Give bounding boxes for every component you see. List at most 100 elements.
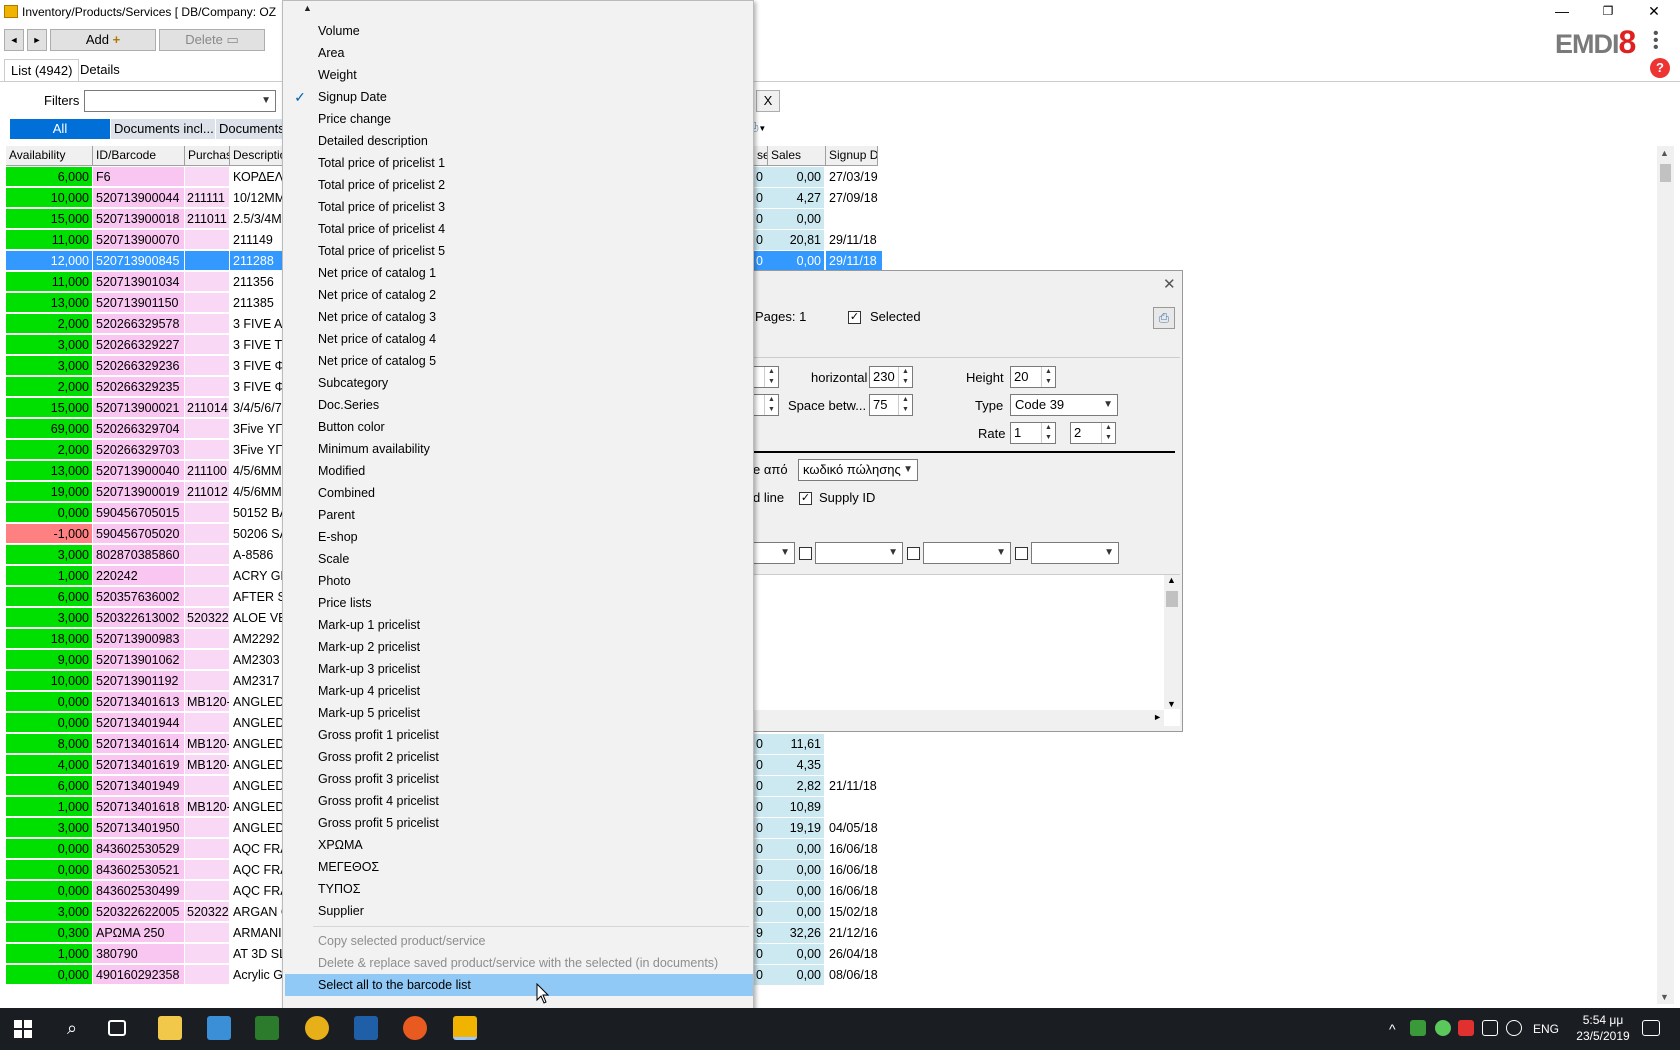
table-row[interactable]: 12,000 520713900845 211288 <box>6 251 288 272</box>
spin-1[interactable]: ▲ ▼ <box>753 366 779 388</box>
table-row[interactable]: 3,000 520322613002 520322 ALOE VE <box>6 608 288 629</box>
table-row[interactable]: 13,000 520713900040 211100 4/5/6MM <box>6 461 288 482</box>
preview-hscrollbar[interactable]: ► <box>753 710 1164 726</box>
cloud-icon[interactable] <box>1506 1020 1522 1036</box>
from-select[interactable]: κωδικό πώλησης ▼ <box>798 459 918 481</box>
menu-item[interactable]: Price lists <box>283 592 753 614</box>
task-view-icon[interactable] <box>108 1020 126 1036</box>
menu-item[interactable]: Price change <box>283 108 753 130</box>
table-row[interactable]: 2,000 520266329578 3 FIVE A <box>6 314 288 335</box>
table-row-right[interactable]: 0 0,00 <box>754 209 878 230</box>
menu-item[interactable]: Modified <box>283 460 753 482</box>
field-select-2[interactable]: ▼ <box>815 542 903 564</box>
table-row-right[interactable]: 0 19,19 04/05/18 <box>754 818 878 839</box>
scroll-up-icon[interactable]: ▲ <box>1660 148 1669 158</box>
table-row[interactable]: 0,000 843602530499 AQC FRA <box>6 881 288 902</box>
table-row-right[interactable]: 0 4,35 <box>754 755 878 776</box>
table-row[interactable]: 69,000 520266329704 3Five ΥΓ <box>6 419 288 440</box>
table-row-right[interactable]: 0 0,00 16/06/18 <box>754 839 878 860</box>
table-row[interactable]: 1,000 520713401618 MB120- ANGLED <box>6 797 288 818</box>
menu-item[interactable]: Gross profit 1 pricelist <box>283 724 753 746</box>
notification-icon[interactable] <box>1642 1020 1660 1036</box>
menu-item[interactable]: Gross profit 4 pricelist <box>283 790 753 812</box>
scroll-up-icon[interactable]: ▲ <box>1167 575 1176 585</box>
table-row[interactable]: 0,000 843602530529 AQC FRA <box>6 839 288 860</box>
menu-item[interactable]: Volume <box>283 20 753 42</box>
table-row[interactable]: 3,000 520266329236 3 FIVE Φ <box>6 356 288 377</box>
table-row[interactable]: 0,000 520713401613 MB120- ANGLED <box>6 692 288 713</box>
table-row[interactable]: 6,000 520713401949 ANGLED <box>6 776 288 797</box>
space-input[interactable]: 75 ▲ ▼ <box>869 394 913 416</box>
table-row[interactable]: 8,000 520713401614 MB120- ANGLED <box>6 734 288 755</box>
filter-tab-docs2[interactable]: Documents <box>216 119 286 139</box>
menu-item[interactable]: Mark-up 3 pricelist <box>283 658 753 680</box>
menu-item[interactable]: Total price of pricelist 1 <box>283 152 753 174</box>
table-row-right[interactable]: 0 10,89 <box>754 797 878 818</box>
rate-input-1[interactable]: 1 ▲ ▼ <box>1010 422 1056 444</box>
menu-item[interactable]: Mark-up 1 pricelist <box>283 614 753 636</box>
language-indicator[interactable]: ENG <box>1533 1008 1559 1050</box>
scroll-thumb[interactable] <box>1660 164 1671 182</box>
table-row[interactable]: 0,000 520713401944 ANGLED <box>6 713 288 734</box>
table-row-right[interactable]: 0 0,00 16/06/18 <box>754 881 878 902</box>
table-row-right[interactable]: 0 2,82 21/11/18 <box>754 776 878 797</box>
table-row[interactable]: 10,000 520713900044 211111 10/12MM <box>6 188 288 209</box>
menu-item[interactable]: Net price of catalog 1 <box>283 262 753 284</box>
menu-item[interactable]: Total price of pricelist 2 <box>283 174 753 196</box>
menu-item[interactable]: Total price of pricelist 5 <box>283 240 753 262</box>
table-row[interactable]: 6,000 F6 ΚΟΡΔΕΛ <box>6 167 288 188</box>
supply-checkbox[interactable]: ✓ <box>799 492 812 505</box>
menu-item[interactable]: Combined <box>283 482 753 504</box>
grid-scrollbar[interactable]: ▲ ▼ <box>1657 146 1674 1004</box>
forward-button[interactable]: ► <box>27 29 47 51</box>
table-row-right[interactable]: 0 0,00 27/03/19 <box>754 167 878 188</box>
restore-button[interactable]: ❐ <box>1585 0 1631 24</box>
menu-item[interactable]: Total price of pricelist 3 <box>283 196 753 218</box>
table-row[interactable]: 15,000 520713900021 211014 3/4/5/6/7 <box>6 398 288 419</box>
table-row-right[interactable]: 0 0,00 26/04/18 <box>754 944 878 965</box>
table-row[interactable]: 15,000 520713900018 211011 2.5/3/4MI <box>6 209 288 230</box>
windows-start-icon[interactable] <box>14 1020 32 1038</box>
preview-scrollbar[interactable]: ▲ ▼ <box>1164 575 1180 709</box>
scroll-down-icon[interactable]: ▼ <box>1167 699 1176 709</box>
menu-item[interactable]: ΤΥΠΟΣ <box>283 878 753 900</box>
minimize-button[interactable]: — <box>1539 0 1585 24</box>
menu-item[interactable]: ΧΡΩΜΑ <box>283 834 753 856</box>
table-row[interactable]: 0,000 590456705015 50152 BA <box>6 503 288 524</box>
col-purchase-price[interactable]: se <box>754 146 768 166</box>
app-icon-2[interactable] <box>207 1016 231 1040</box>
col-signup-date[interactable]: Signup D <box>826 146 878 166</box>
menu-item[interactable]: Weight <box>283 64 753 86</box>
table-row-right[interactable]: 0 11,61 <box>754 734 878 755</box>
menu-item[interactable]: Net price of catalog 2 <box>283 284 753 306</box>
menu-item[interactable]: Doc.Series <box>283 394 753 416</box>
field-checkbox-2[interactable] <box>799 547 812 560</box>
clock[interactable]: 5:54 μμ 23/5/2019 <box>1576 1012 1630 1044</box>
table-row[interactable]: 3,000 520266329227 3 FIVE T <box>6 335 288 356</box>
table-row[interactable]: 10,000 520713901192 AM2317 <box>6 671 288 692</box>
table-row[interactable]: 19,000 520713900019 211012 4/5/6MM <box>6 482 288 503</box>
field-checkbox-4[interactable] <box>1015 547 1028 560</box>
field-select-1[interactable]: ▼ <box>753 542 795 564</box>
emdi-taskbar-icon[interactable] <box>453 1016 477 1040</box>
back-button[interactable]: ◄ <box>4 29 24 51</box>
tab-details[interactable]: Details <box>74 59 126 81</box>
rate-input-2[interactable]: 2 ▲ ▼ <box>1070 422 1116 444</box>
menu-item[interactable]: Mark-up 2 pricelist <box>283 636 753 658</box>
menu-item[interactable]: Subcategory <box>283 372 753 394</box>
table-row-right[interactable]: 0 0,00 29/11/18 <box>754 251 882 272</box>
table-row[interactable]: 0,000 843602530521 AQC FRA <box>6 860 288 881</box>
tray-app-icon-3[interactable] <box>1458 1020 1474 1036</box>
type-select[interactable]: Code 39 ▼ <box>1010 394 1118 416</box>
table-row[interactable]: 4,000 520713401619 MB120- ANGLED <box>6 755 288 776</box>
chrome-icon[interactable] <box>305 1016 329 1040</box>
table-row[interactable]: 11,000 520713901034 211356 <box>6 272 288 293</box>
menu-scroll-up-icon[interactable]: ▲ <box>303 3 312 13</box>
delete-button[interactable]: Delete ▭ <box>159 29 265 51</box>
menu-item[interactable]: Scale <box>283 548 753 570</box>
menu-item[interactable]: Gross profit 3 pricelist <box>283 768 753 790</box>
table-row-right[interactable]: 0 0,00 15/02/18 <box>754 902 878 923</box>
table-row[interactable]: 2,000 520266329235 3 FIVE Φ <box>6 377 288 398</box>
clear-filter-button[interactable]: X <box>756 90 780 112</box>
table-row[interactable]: 6,000 520357636002 AFTER S <box>6 587 288 608</box>
